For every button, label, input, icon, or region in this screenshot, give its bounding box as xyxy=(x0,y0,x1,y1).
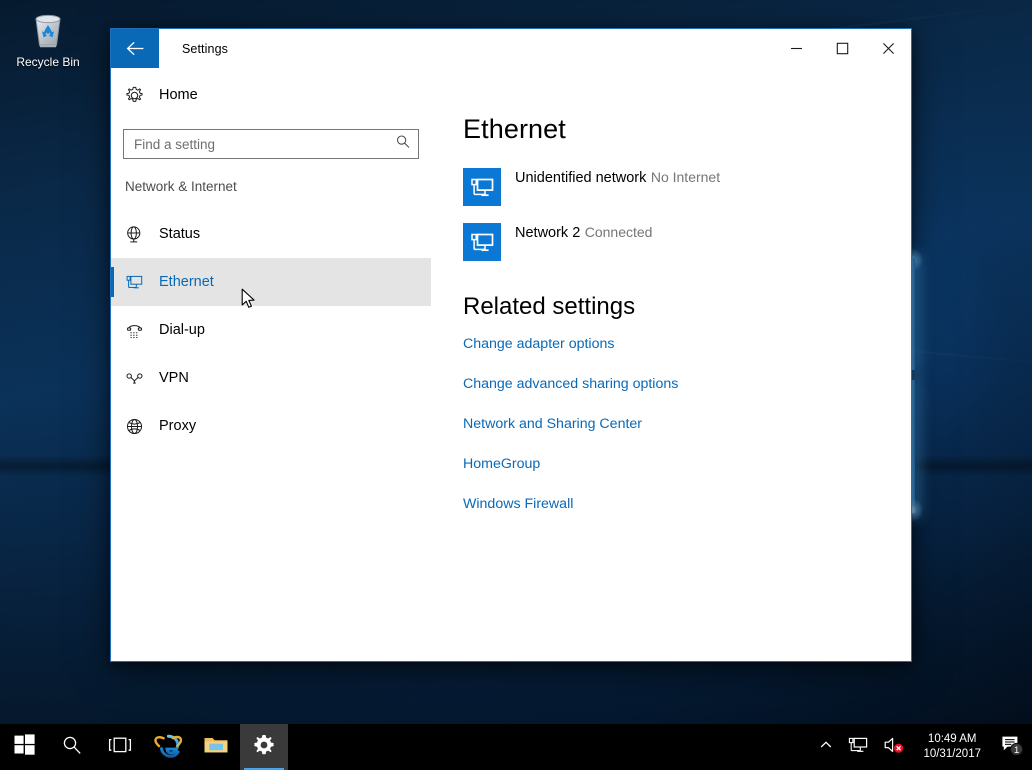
network-pc-icon xyxy=(463,168,501,206)
search-button[interactable] xyxy=(48,724,96,770)
internet-explorer-icon xyxy=(154,732,183,763)
notification-badge-count: 1 xyxy=(1014,745,1019,756)
desktop-icon-recycle-bin[interactable]: Recycle Bin xyxy=(8,6,88,69)
recycle-bin-icon xyxy=(8,6,88,52)
related-settings-heading: Related settings xyxy=(463,293,636,320)
sidebar: Home Network & Internet xyxy=(111,68,431,661)
task-view-icon xyxy=(108,735,132,760)
sidebar-item-dial-up-label: Dial-up xyxy=(159,322,205,338)
sidebar-item-vpn-label: VPN xyxy=(159,370,189,386)
sidebar-item-home[interactable]: Home xyxy=(111,74,431,116)
sidebar-item-proxy-label: Proxy xyxy=(159,418,197,434)
chevron-up-icon xyxy=(819,738,833,757)
adapter-status: Connected xyxy=(584,224,653,240)
taskbar[interactable]: 10:49 AM 10/31/2017 1 xyxy=(0,724,1032,770)
show-hidden-icons-button[interactable] xyxy=(812,724,840,770)
search-icon[interactable] xyxy=(396,135,410,154)
link-change-advanced-sharing-options[interactable]: Change advanced sharing options xyxy=(463,375,678,394)
link-homegroup[interactable]: HomeGroup xyxy=(463,455,540,474)
page-title: Ethernet xyxy=(463,114,566,144)
settings-window[interactable]: Settings Home Find a setting Network & I… xyxy=(110,28,912,662)
internet-explorer-button[interactable] xyxy=(144,724,192,770)
gear-icon xyxy=(125,86,159,105)
settings-button[interactable] xyxy=(240,724,288,770)
sidebar-category-label: Network & Internet xyxy=(125,179,237,194)
title-bar[interactable]: Settings xyxy=(111,29,911,68)
window-title: Settings xyxy=(182,41,228,56)
windows-logo-icon xyxy=(14,734,35,760)
speaker-muted-icon xyxy=(883,735,905,760)
window-controls xyxy=(773,29,911,68)
sidebar-item-home-label: Home xyxy=(159,87,198,103)
task-view-button[interactable] xyxy=(96,724,144,770)
action-center-button[interactable]: 1 xyxy=(992,724,1032,770)
related-settings-links: Change adapter options Change advanced s… xyxy=(463,335,911,514)
adapter-list: Unidentified network No Internet Network… xyxy=(463,167,911,261)
sidebar-item-ethernet[interactable]: Ethernet xyxy=(111,258,431,306)
sidebar-item-status[interactable]: Status xyxy=(111,210,431,258)
file-explorer-button[interactable] xyxy=(192,724,240,770)
adapter-text: Unidentified network No Internet xyxy=(515,167,720,188)
search-input[interactable] xyxy=(124,130,418,158)
adapter-name: Unidentified network xyxy=(515,170,647,186)
back-button[interactable] xyxy=(111,29,159,68)
clock[interactable]: 10:49 AM 10/31/2017 xyxy=(912,724,992,770)
start-button[interactable] xyxy=(0,724,48,770)
clock-date: 10/31/2017 xyxy=(923,748,981,760)
adapter-name: Network 2 xyxy=(515,225,581,241)
sidebar-item-ethernet-label: Ethernet xyxy=(159,274,214,290)
globe-status-icon xyxy=(125,225,159,244)
content-pane: Ethernet Unidentified network No Interne… xyxy=(431,68,911,661)
window-body: Home Network & Internet xyxy=(111,68,911,661)
maximize-button[interactable] xyxy=(819,29,865,68)
adapter-text: Network 2 Connected xyxy=(515,222,652,243)
vpn-key-icon xyxy=(125,369,159,388)
ethernet-icon xyxy=(125,273,159,292)
sidebar-nav-list: Status Ethernet Dial-up VPN Proxy xyxy=(111,210,431,450)
adapter-status: No Internet xyxy=(650,169,721,185)
network-pc-icon xyxy=(847,735,869,760)
link-network-and-sharing-center[interactable]: Network and Sharing Center xyxy=(463,415,642,434)
gear-icon xyxy=(252,733,276,762)
sidebar-item-status-label: Status xyxy=(159,226,201,242)
globe-icon xyxy=(125,417,159,436)
clock-time: 10:49 AM xyxy=(927,733,977,745)
sidebar-item-dial-up[interactable]: Dial-up xyxy=(111,306,431,354)
sidebar-item-proxy[interactable]: Proxy xyxy=(111,402,431,450)
system-tray: 10:49 AM 10/31/2017 1 xyxy=(812,724,1032,770)
recycle-bin-label: Recycle Bin xyxy=(16,55,80,69)
adapter-row[interactable]: Network 2 Connected xyxy=(463,222,911,261)
network-pc-icon xyxy=(463,223,501,261)
link-change-adapter-options[interactable]: Change adapter options xyxy=(463,335,614,354)
desktop[interactable]: Recycle Bin Settings Home Find a setting… xyxy=(0,0,1032,770)
folder-icon xyxy=(203,734,229,761)
search-container xyxy=(111,116,431,159)
taskbar-buttons xyxy=(0,724,288,770)
dialup-icon xyxy=(125,321,159,340)
back-arrow-icon xyxy=(126,41,145,56)
volume-tray-button[interactable] xyxy=(876,724,912,770)
search-icon xyxy=(62,735,82,760)
minimize-button[interactable] xyxy=(773,29,819,68)
close-button[interactable] xyxy=(865,29,911,68)
notification-icon: 1 xyxy=(999,733,1025,762)
link-windows-firewall[interactable]: Windows Firewall xyxy=(463,495,573,514)
network-tray-button[interactable] xyxy=(840,724,876,770)
adapter-row[interactable]: Unidentified network No Internet xyxy=(463,167,911,206)
search-box[interactable] xyxy=(123,129,419,159)
sidebar-item-vpn[interactable]: VPN xyxy=(111,354,431,402)
